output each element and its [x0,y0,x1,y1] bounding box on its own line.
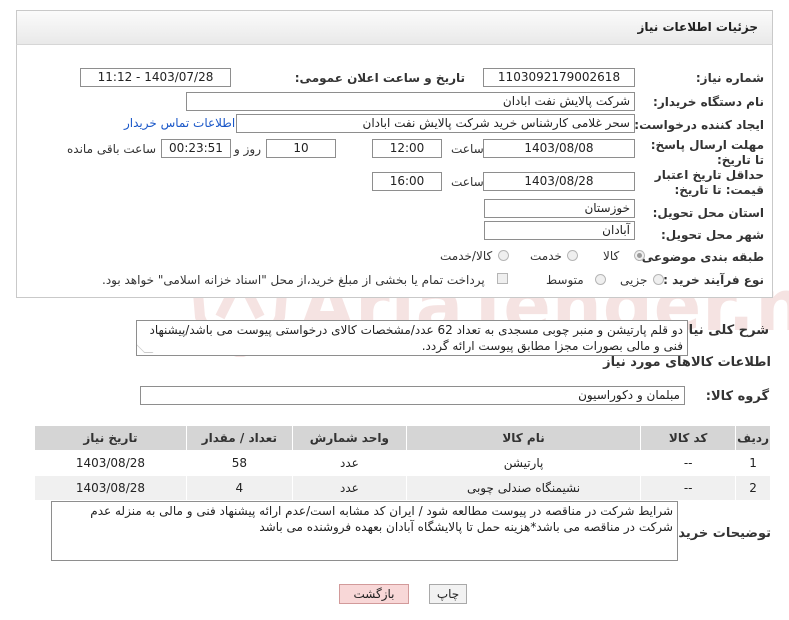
goods-section-title: اطلاعات کالاهای مورد نیاز [603,355,771,370]
price-validity-time-field[interactable]: 16:00 [372,172,442,191]
treasury-payment-note: پرداخت تمام یا بخشی از مبلغ خرید،از محل … [102,273,485,287]
cell-item-code: -- [640,475,737,501]
city-field[interactable]: آبادان [484,221,635,240]
column-header-item-code: کد کالا [640,425,737,451]
reply-deadline-date-field[interactable]: 1403/08/08 [483,139,635,158]
category-label: طبقه بندی موضوعی: [636,250,764,264]
purchase-radio-medium[interactable] [595,274,606,285]
category-radio-service[interactable] [567,250,578,261]
column-header-row-number: ردیف [735,425,771,451]
goods-group-field[interactable]: مبلمان و دکوراسیون [140,386,685,405]
remaining-time-label: ساعت باقی مانده [67,142,157,156]
buyer-org-field[interactable]: شرکت پالایش نفت ابادان [186,92,635,111]
cell-item-name: نشیمنگاه صندلی چوبی [405,475,642,501]
need-number-field[interactable]: 1103092179002618 [483,68,635,87]
goods-group-label: گروه کالا: [705,389,769,404]
requester-field[interactable]: سحر غلامی کارشناس خرید شرکت پالایش نفت ا… [236,114,635,133]
remaining-days-field[interactable]: 10 [266,139,336,158]
province-field[interactable]: خوزستان [484,199,635,218]
price-validity-label: حداقل تاریخ اعتبار قیمت: تا تاریخ: [654,168,764,197]
cell-item-code: -- [640,450,737,476]
table-row[interactable]: 2 -- نشیمنگاه صندلی چوبی عدد 4 1403/08/2… [34,475,771,501]
reply-deadline-label: مهلت ارسال پاسخ: تا تاریخ: [650,138,764,167]
city-label: شهر محل تحویل: [660,228,764,242]
cell-row-number: 2 [735,475,771,501]
purchase-radio-minor[interactable] [653,274,664,285]
description-label: شرح کلی نیاز: [675,323,769,338]
category-option-goods-service: کالا/خدمت [440,249,493,263]
need-number-label: شماره نیاز: [695,71,764,85]
treasury-payment-checkbox[interactable] [497,273,508,284]
column-header-need-date: تاریخ نیاز [34,425,187,451]
print-button[interactable]: چاپ [429,584,467,604]
category-option-service: خدمت [530,249,562,263]
announce-datetime-field[interactable]: 1403/07/28 - 11:12 [80,68,231,87]
column-header-unit: واحد شمارش [291,425,407,451]
table-row[interactable]: 1 -- پارتیشن عدد 58 1403/08/28 [34,450,771,476]
buyer-org-label: نام دستگاه خریدار: [653,95,764,109]
buyer-notes-textarea[interactable]: شرایط شرکت در مناقصه در پیوست مطالعه شود… [51,501,678,561]
category-option-goods: کالا [603,249,620,263]
remaining-time-field[interactable]: 00:23:51 [161,139,231,158]
category-radio-goods-service[interactable] [498,250,509,261]
reply-deadline-time-field[interactable]: 12:00 [372,139,442,158]
purchase-option-minor: جزیی [620,273,648,287]
buyer-contact-link[interactable]: اطلاعات تماس خریدار [124,116,235,130]
cell-item-name: پارتیشن [405,450,642,476]
price-validity-date-field[interactable]: 1403/08/28 [483,172,635,191]
panel-header: جزئیات اطلاعات نیاز [16,10,773,45]
resize-grip-icon [137,344,154,353]
announce-datetime-label: تاریخ و ساعت اعلان عمومی: [294,71,465,85]
purchase-option-medium: متوسط [546,273,584,287]
cell-unit: عدد [291,450,407,476]
price-validity-time-label: ساعت [451,175,484,189]
description-text: دو قلم پارتیشن و منبر چوبی مسجدی به تعدا… [149,323,683,353]
cell-row-number: 1 [735,450,771,476]
days-label: روز و [234,142,261,156]
description-textarea[interactable]: دو قلم پارتیشن و منبر چوبی مسجدی به تعدا… [136,320,688,356]
column-header-quantity: تعداد / مقدار [185,425,293,451]
column-header-item-name: نام کالا [405,425,642,451]
reply-deadline-time-label: ساعت [451,142,484,156]
cell-need-date: 1403/08/28 [34,475,187,501]
cell-quantity: 58 [185,450,293,476]
province-label: استان محل تحویل: [652,206,764,220]
category-radio-goods[interactable] [634,250,645,261]
cell-need-date: 1403/08/28 [34,450,187,476]
cell-quantity: 4 [185,475,293,501]
cell-unit: عدد [291,475,407,501]
back-button[interactable]: بازگشت [339,584,409,604]
table-header-row: ردیف کد کالا نام کالا واحد شمارش تعداد /… [34,425,771,451]
purchase-process-label: نوع فرآیند خرید : [663,273,764,287]
requester-label: ایجاد کننده درخواست: [634,118,764,132]
goods-table: ردیف کد کالا نام کالا واحد شمارش تعداد /… [34,425,771,501]
page-title: جزئیات اطلاعات نیاز [637,20,758,34]
buyer-notes-text: شرایط شرکت در مناقصه در پیوست مطالعه شود… [90,504,673,534]
